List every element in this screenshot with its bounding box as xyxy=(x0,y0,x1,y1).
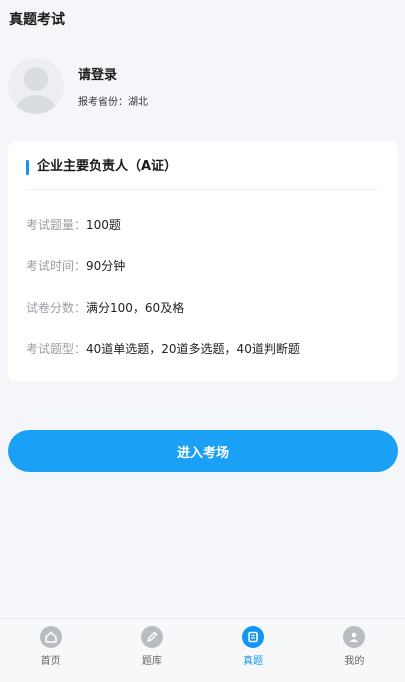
tab-real-exam[interactable]: 真题 xyxy=(203,619,304,682)
title-accent-bar xyxy=(26,160,29,175)
info-value: 满分100，60及格 xyxy=(86,301,185,315)
tab-mine[interactable]: 我的 xyxy=(304,619,405,682)
province-value[interactable]: 湖北 xyxy=(128,97,148,108)
page: 真题考试 请登录 报考省份：湖北 企业主要负责人（A证） 考试题量：100题 考… xyxy=(0,0,405,682)
bottom-tabbar: 首页 题库 真题 我的 xyxy=(0,618,405,682)
card-title-row: 企业主要负责人（A证） xyxy=(26,156,378,190)
info-label: 考试时间： xyxy=(26,259,87,273)
info-label: 考试题型： xyxy=(26,342,87,356)
home-icon xyxy=(39,626,62,648)
info-value: 90分钟 xyxy=(86,259,126,273)
info-row-question-count: 考试题量：100题 xyxy=(26,217,121,233)
enter-exam-button[interactable]: 进入考场 xyxy=(8,430,398,472)
tab-label: 真题 xyxy=(243,656,264,667)
avatar[interactable] xyxy=(8,58,64,114)
tab-home[interactable]: 首页 xyxy=(0,619,101,682)
tab-label: 我的 xyxy=(344,656,365,667)
tab-label: 首页 xyxy=(40,656,61,667)
avatar-head xyxy=(24,67,48,91)
user-icon xyxy=(343,626,366,648)
profile-text: 请登录 报考省份：湖北 xyxy=(78,64,148,108)
login-link[interactable]: 请登录 xyxy=(78,64,148,83)
info-row-duration: 考试时间：90分钟 xyxy=(26,258,125,274)
tab-question-bank[interactable]: 题库 xyxy=(101,619,202,682)
document-icon xyxy=(242,626,265,648)
avatar-body xyxy=(14,95,58,114)
info-row-score: 试卷分数：满分100，60及格 xyxy=(26,300,184,316)
page-title: 真题考试 xyxy=(9,12,65,28)
profile-section[interactable]: 请登录 报考省份：湖北 xyxy=(8,58,398,114)
info-row-question-types: 考试题型：40道单选题，20道多选题，40道判断题 xyxy=(26,341,300,357)
exam-title: 企业主要负责人（A证） xyxy=(37,159,178,174)
pencil-icon xyxy=(140,626,163,648)
info-value: 100题 xyxy=(86,218,121,232)
info-value: 40道单选题，20道多选题，40道判断题 xyxy=(86,342,300,356)
province-label: 报考省份： xyxy=(78,97,128,108)
tab-label: 题库 xyxy=(141,656,162,667)
exam-info-card: 企业主要负责人（A证） 考试题量：100题 考试时间：90分钟 试卷分数：满分1… xyxy=(8,141,398,381)
info-label: 试卷分数： xyxy=(26,301,87,315)
info-label: 考试题量： xyxy=(26,218,87,232)
province-line: 报考省份：湖北 xyxy=(78,93,148,108)
